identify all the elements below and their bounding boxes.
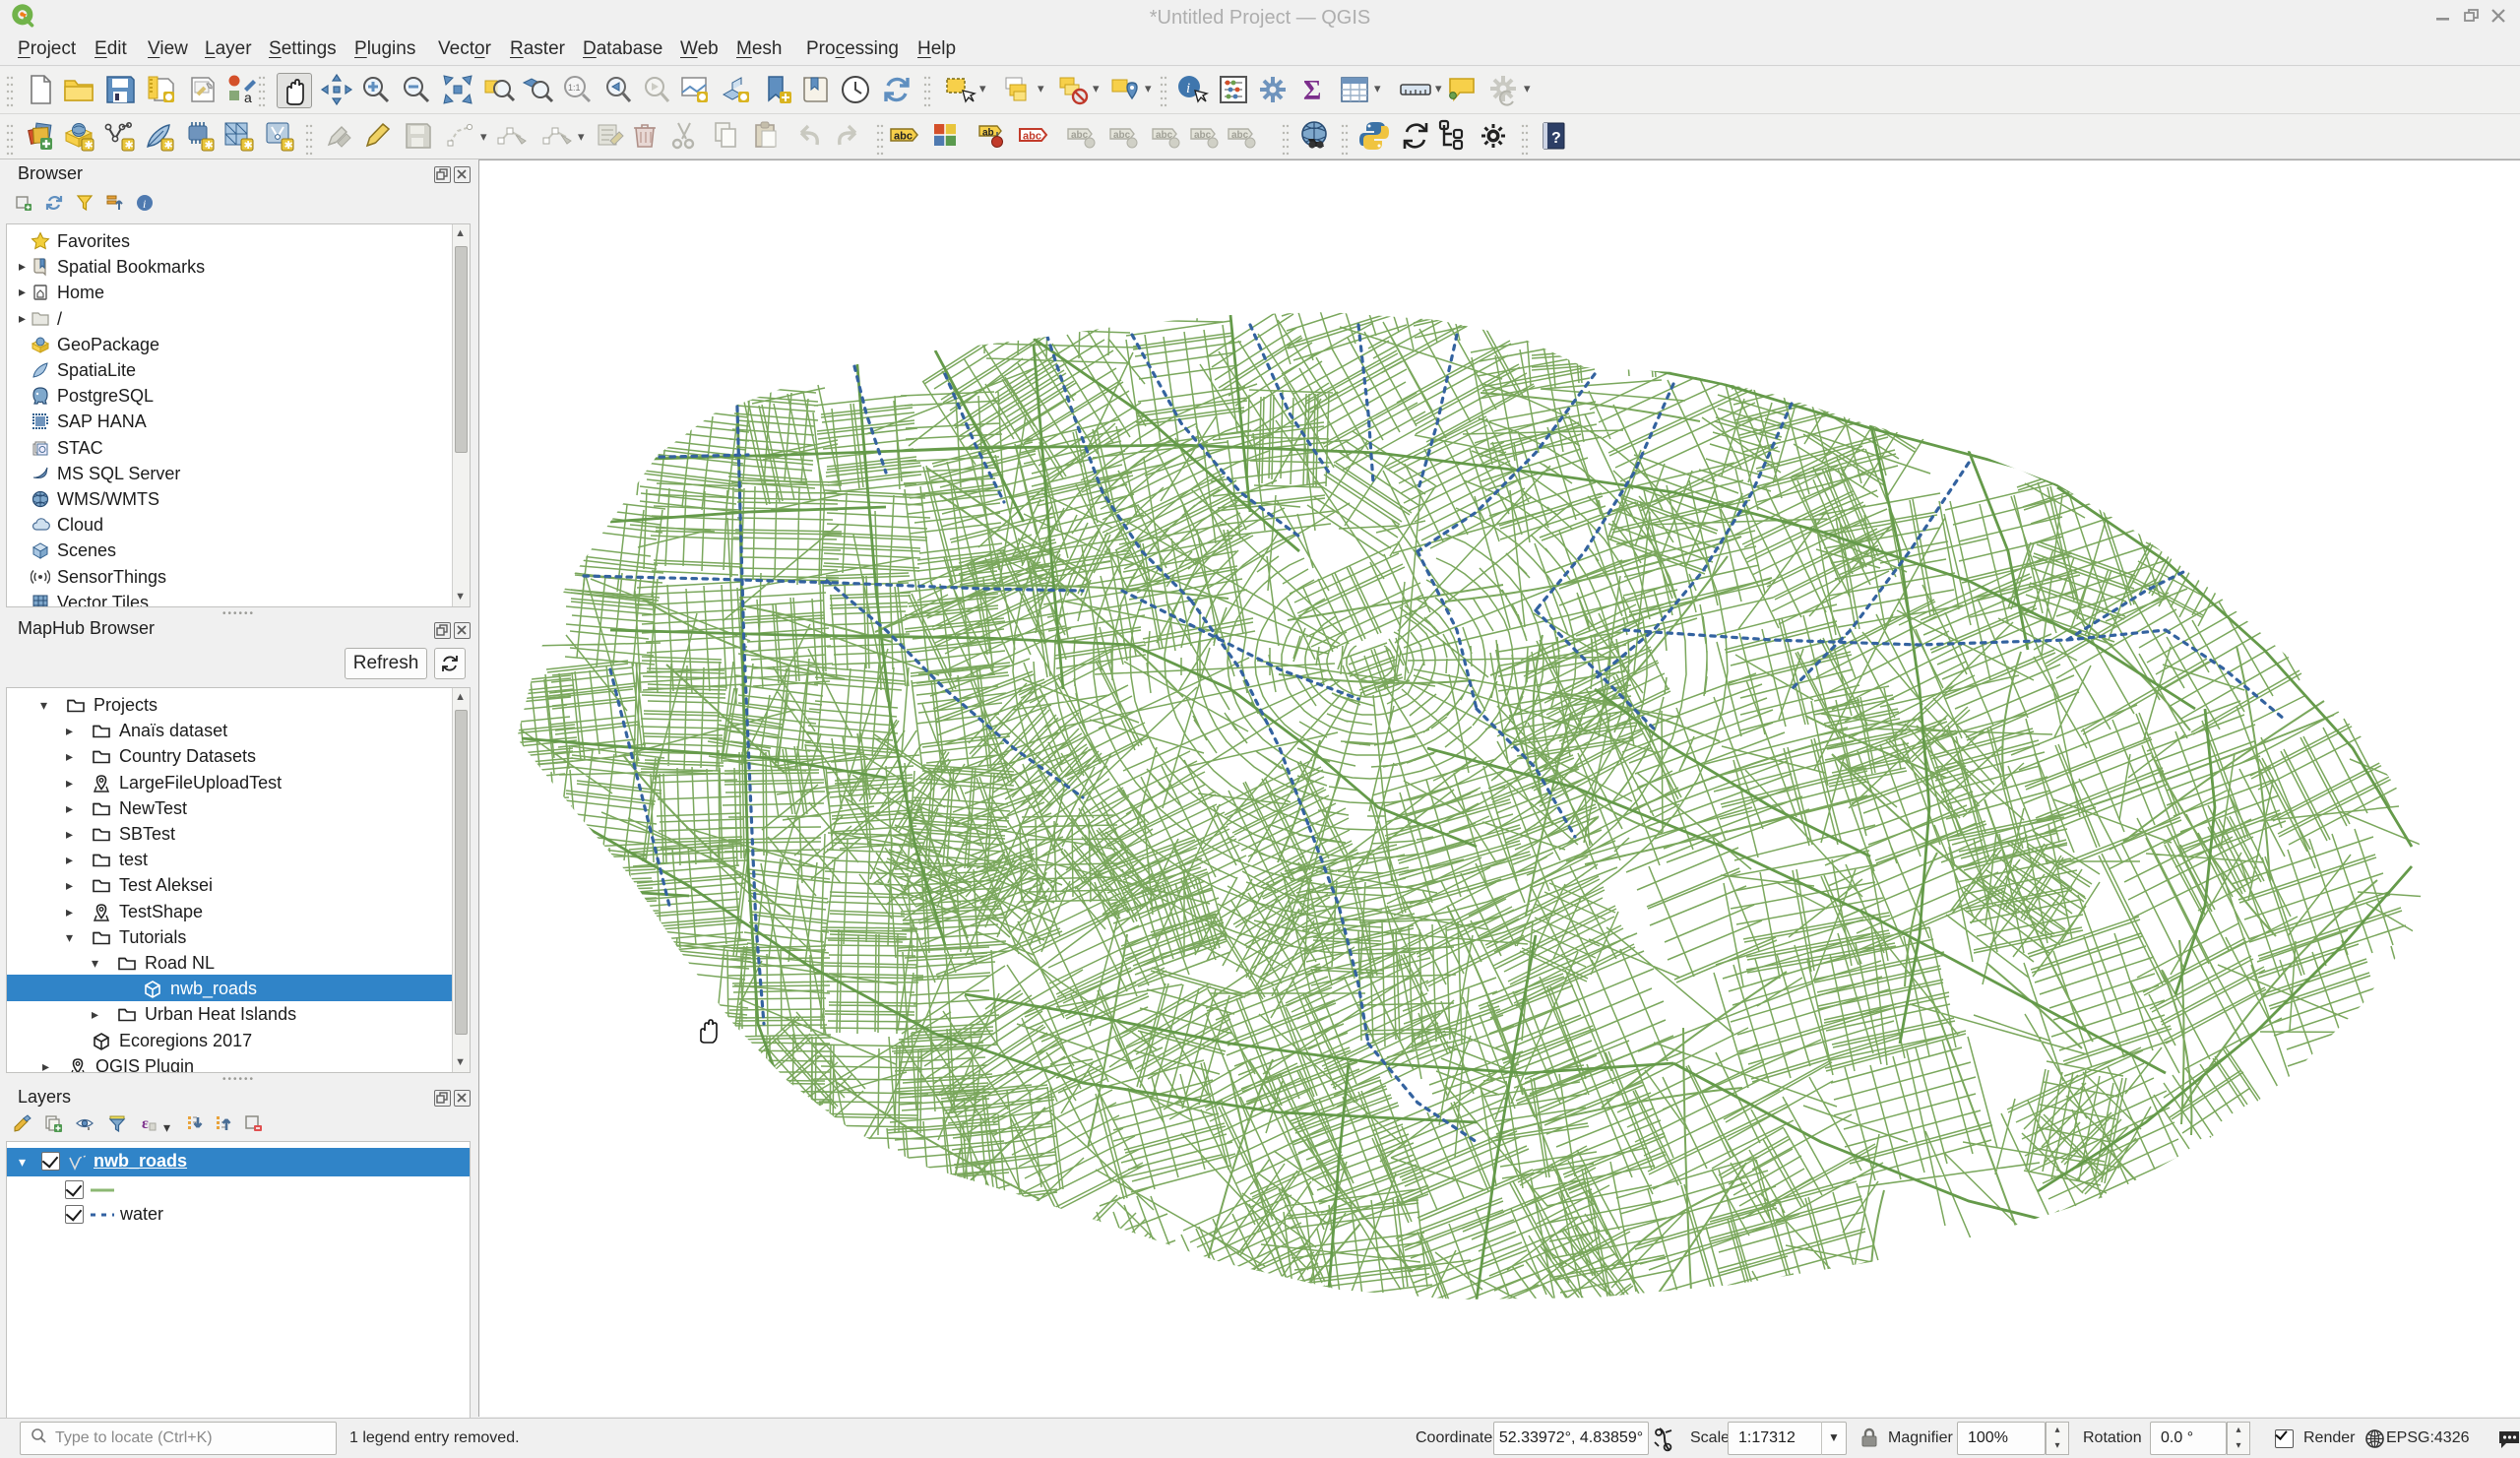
svg-text:1:1: 1:1 — [568, 83, 581, 93]
svg-text:✱: ✱ — [125, 140, 134, 152]
svg-text:ε: ε — [142, 1115, 149, 1132]
svg-text:ab: ab — [982, 128, 994, 139]
svg-text:i: i — [1186, 81, 1190, 96]
svg-text:✱: ✱ — [205, 140, 214, 152]
svg-text:✱: ✱ — [85, 140, 94, 152]
svg-text:abc: abc — [894, 131, 913, 143]
svg-text:?: ? — [1551, 130, 1561, 147]
svg-text:abc: abc — [1023, 131, 1041, 143]
svg-text:Σ: Σ — [1303, 76, 1321, 106]
svg-text:✱: ✱ — [164, 140, 173, 152]
svg-text:a: a — [244, 90, 252, 105]
svg-text:✱: ✱ — [244, 140, 253, 152]
svg-text:✱: ✱ — [284, 140, 293, 152]
svg-text:i: i — [143, 197, 146, 211]
